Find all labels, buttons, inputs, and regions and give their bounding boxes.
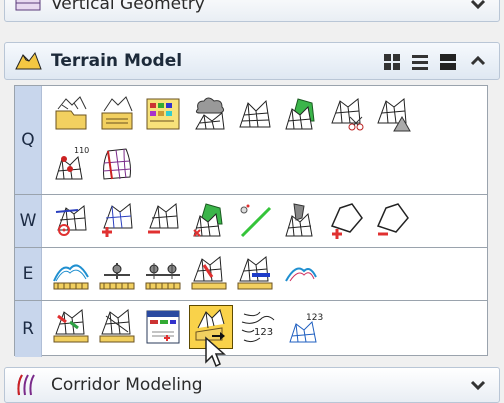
- analyze-point-icon[interactable]: [97, 254, 137, 294]
- create-terrain-from-elements-icon[interactable]: [97, 94, 137, 134]
- contour-number: 123: [254, 327, 273, 338]
- delete-vertex-icon[interactable]: [373, 201, 413, 241]
- create-terrain-from-file-icon[interactable]: [51, 94, 91, 134]
- create-terrain-by-text-import-icon[interactable]: [235, 94, 275, 134]
- row-letter: Q: [15, 86, 42, 194]
- create-complex-terrain-icon[interactable]: [281, 94, 321, 134]
- drop-point-icon[interactable]: [281, 201, 321, 241]
- edit-feature-icon[interactable]: [189, 201, 229, 241]
- analyze-drainage-icon[interactable]: [189, 254, 229, 294]
- insert-vertex-icon[interactable]: [327, 201, 367, 241]
- panel-header-terrain-model[interactable]: Terrain Model: [4, 42, 500, 80]
- create-terrain-model-from-mesh-icon[interactable]: [97, 144, 137, 184]
- add-breakline-icon[interactable]: [235, 201, 275, 241]
- contour-label-icon[interactable]: 123: [239, 307, 279, 347]
- label-elevation-icon[interactable]: 123: [285, 307, 325, 347]
- panel-title: Terrain Model: [51, 51, 183, 71]
- create-terrain-from-point-cloud-icon[interactable]: [189, 94, 229, 134]
- analyze-slope-icon[interactable]: [235, 254, 275, 294]
- chevron-down-icon[interactable]: [469, 0, 487, 13]
- chevron-up-icon[interactable]: [469, 52, 487, 70]
- elevation-number: 123: [306, 313, 323, 323]
- delete-feature-icon[interactable]: [143, 201, 183, 241]
- list-view-icon[interactable]: [409, 51, 431, 73]
- row-letter: W: [15, 195, 42, 247]
- mouse-cursor-icon: [205, 336, 226, 368]
- row-letter: E: [15, 248, 42, 300]
- label-triangle-icon[interactable]: [51, 307, 91, 347]
- elevation-label: 110: [74, 146, 89, 155]
- label-mesh-icon[interactable]: [97, 307, 137, 347]
- panel-title: Corridor Modeling: [51, 375, 203, 395]
- terrain-report-icon[interactable]: [143, 307, 183, 347]
- vertical-geometry-icon: [15, 0, 41, 11]
- terrain-model-tool-area: Q 110 W E R 123 123: [14, 85, 488, 357]
- detail-view-icon[interactable]: [437, 51, 459, 73]
- profile-terrain-icon[interactable]: [281, 254, 321, 294]
- chevron-down-icon[interactable]: [469, 376, 487, 394]
- analyze-terrain-icon[interactable]: [51, 254, 91, 294]
- add-feature-icon[interactable]: [51, 201, 91, 241]
- create-terrain-by-elevation-points-icon[interactable]: 110: [51, 144, 91, 184]
- grid-view-icon[interactable]: [381, 51, 403, 73]
- analyze-between-points-icon[interactable]: [143, 254, 183, 294]
- create-terrain-from-surface-icon[interactable]: [373, 94, 413, 134]
- add-point-icon[interactable]: [97, 201, 137, 241]
- panel-header-vertical-geometry[interactable]: Vertical Geometry: [4, 0, 500, 22]
- panel-title: Vertical Geometry: [51, 0, 205, 14]
- corridor-modeling-icon: [17, 374, 35, 396]
- create-terrain-from-graphical-filter-icon[interactable]: [143, 94, 183, 134]
- clip-terrain-icon[interactable]: [327, 94, 367, 134]
- row-letter: R: [15, 301, 42, 357]
- terrain-model-icon: [15, 51, 42, 70]
